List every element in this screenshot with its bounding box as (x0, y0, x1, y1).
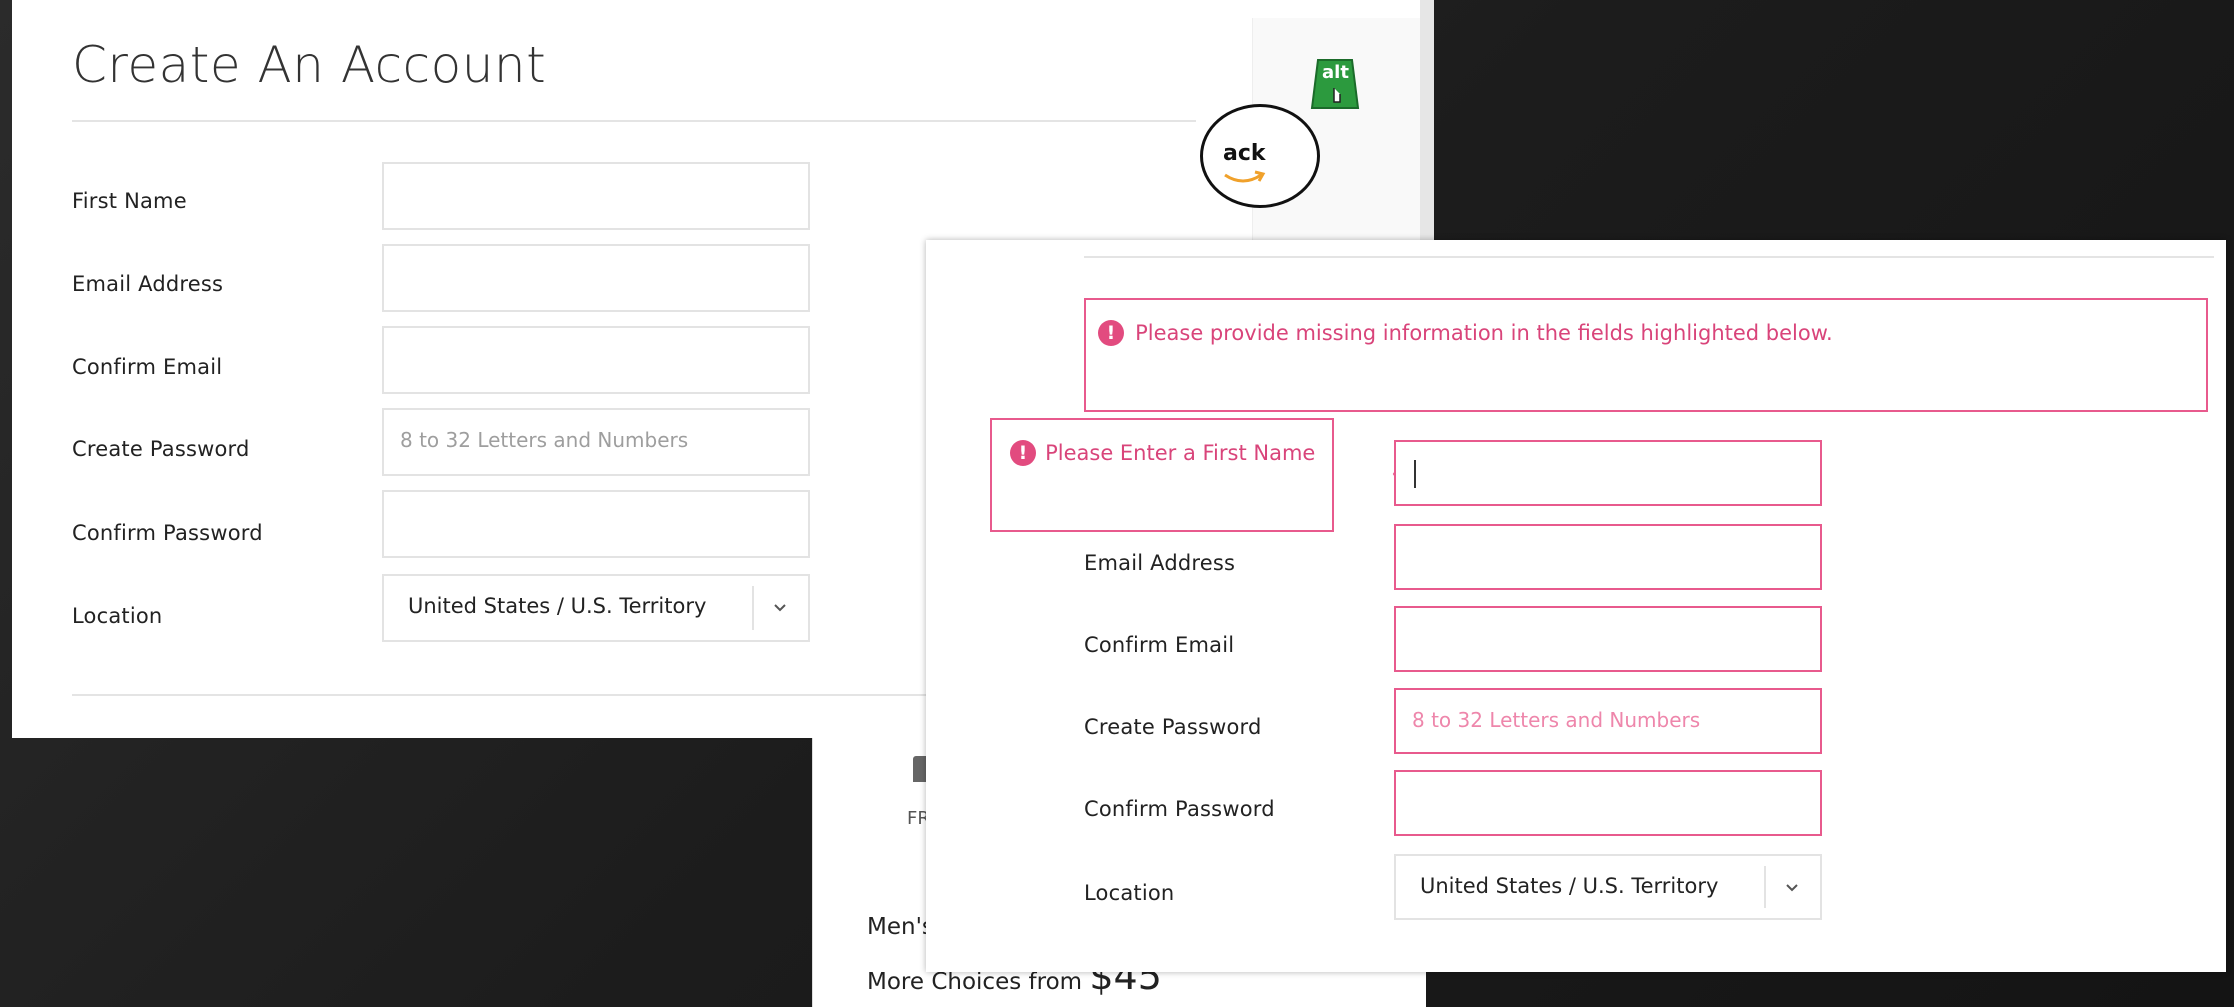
error-icon: ! (1010, 440, 1036, 466)
first-name-error-box: ! Please Enter a First Name (990, 418, 1334, 532)
alt-badge[interactable]: alt (1310, 58, 1360, 110)
confirm-email-label: Confirm Email (1084, 633, 1235, 657)
amazon-badge[interactable]: ack (1200, 104, 1320, 208)
title-divider (72, 120, 1196, 122)
location-select-value: United States / U.S. Territory (408, 594, 707, 618)
alt-badge-text: alt (1322, 62, 1349, 83)
email-input[interactable] (1394, 524, 1822, 590)
confirm-email-label: Confirm Email (72, 355, 223, 379)
confirm-email-input[interactable] (382, 326, 810, 394)
chevron-down-icon (1786, 884, 1798, 892)
text-cursor (1414, 460, 1416, 488)
chevron-down-icon (774, 604, 786, 612)
location-label: Location (1084, 881, 1175, 905)
email-input[interactable] (382, 244, 810, 312)
confirm-password-input[interactable] (1394, 770, 1822, 836)
confirm-email-input[interactable] (1394, 606, 1822, 672)
select-divider (752, 586, 754, 630)
location-select-value: United States / U.S. Territory (1420, 874, 1719, 898)
first-name-label: First Name (72, 189, 187, 213)
error-form-panel: ! Please provide missing information in … (926, 240, 2226, 972)
create-password-label: Create Password (1084, 715, 1262, 739)
first-name-input[interactable] (382, 162, 810, 230)
amazon-smile-icon (1224, 170, 1266, 183)
first-name-input[interactable] (1394, 440, 1822, 506)
location-label: Location (72, 604, 163, 628)
location-select[interactable]: United States / U.S. Territory (382, 574, 810, 642)
amazon-badge-text: ack (1223, 141, 1266, 166)
first-name-error-message: ! Please Enter a First Name (1010, 440, 1315, 466)
email-label: Email Address (1084, 551, 1236, 575)
panel-top-divider (1084, 256, 2214, 258)
create-password-placeholder: 8 to 32 Letters and Numbers (1412, 708, 1701, 732)
create-password-label: Create Password (72, 437, 250, 461)
error-banner-text: Please provide missing information in th… (1135, 321, 1833, 345)
error-banner: ! Please provide missing information in … (1084, 298, 2208, 412)
first-name-error-text: Please Enter a First Name (1045, 441, 1316, 465)
confirm-password-input[interactable] (382, 490, 810, 558)
error-icon: ! (1098, 320, 1124, 346)
more-choices-text: More Choices from (867, 969, 1083, 995)
location-select[interactable]: United States / U.S. Territory (1394, 854, 1822, 920)
create-password-input[interactable]: 8 to 32 Letters and Numbers (1394, 688, 1822, 754)
select-divider (1764, 866, 1766, 908)
create-password-input[interactable]: 8 to 32 Letters and Numbers (382, 408, 810, 476)
product-title[interactable]: Men's (867, 914, 934, 940)
create-password-placeholder: 8 to 32 Letters and Numbers (400, 428, 689, 452)
error-banner-message: ! Please provide missing information in … (1098, 320, 1833, 346)
confirm-password-label: Confirm Password (1084, 797, 1275, 821)
email-label: Email Address (72, 272, 224, 296)
confirm-password-label: Confirm Password (72, 521, 263, 545)
page-title: Create An Account (72, 36, 547, 94)
